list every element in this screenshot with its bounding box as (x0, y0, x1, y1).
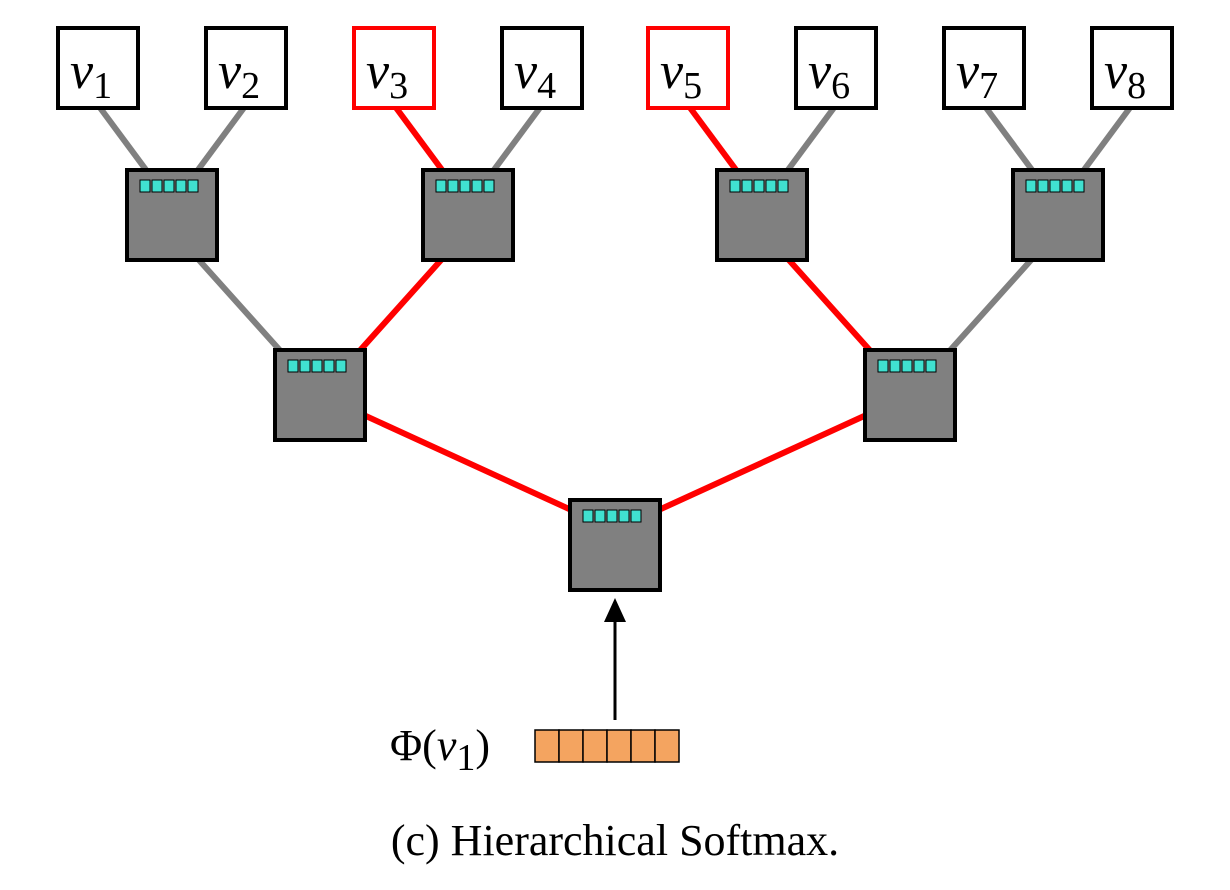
leaf-var: v (808, 43, 832, 100)
leaf-v8: v8 (1092, 28, 1172, 108)
leaf-var: v (660, 43, 684, 100)
leaf-sub: 1 (93, 65, 112, 107)
leaf-v2: v2 (206, 28, 286, 108)
leaf-v7: v7 (944, 28, 1024, 108)
leaf-var: v (366, 43, 390, 100)
inner-node-l1-d (1013, 170, 1103, 260)
leaf-v4: v4 (502, 28, 582, 108)
leaf-var: v (956, 43, 980, 100)
input-vector (535, 730, 679, 762)
phi-prefix: Φ( (390, 721, 437, 770)
input-vector-label: Φ(v1) (390, 721, 490, 779)
leaf-sub: 6 (831, 65, 850, 107)
leaf-sub: 7 (979, 65, 998, 107)
leaf-var: v (218, 43, 242, 100)
phi-suffix: ) (475, 721, 490, 770)
leaf-v3: v3 (354, 28, 434, 108)
svg-text:Φ(v1): Φ(v1) (390, 721, 490, 779)
phi-sub: 1 (456, 737, 475, 779)
phi-var: v (437, 721, 457, 770)
hierarchical-softmax-diagram: v1 v2 v3 v4 v5 v6 v7 v8 (0, 0, 1230, 890)
leaf-var: v (70, 43, 94, 100)
inner-node-l2-left (275, 350, 365, 440)
leaf-sub: 5 (683, 65, 702, 107)
inner-node-l1-c (717, 170, 807, 260)
inner-node-root (570, 500, 660, 590)
leaf-v5: v5 (648, 28, 728, 108)
leaf-sub: 3 (389, 65, 408, 107)
input-arrowhead (604, 598, 626, 622)
leaf-sub: 8 (1127, 65, 1146, 107)
leaf-sub: 2 (241, 65, 260, 107)
leaf-v6: v6 (796, 28, 876, 108)
figure-caption: (c) Hierarchical Softmax. (391, 816, 839, 865)
inner-node-l1-a (127, 170, 217, 260)
inner-node-l2-right (865, 350, 955, 440)
leaf-sub: 4 (537, 65, 556, 107)
inner-node-l1-b (423, 170, 513, 260)
leaf-v1: v1 (58, 28, 138, 108)
leaf-var: v (1104, 43, 1128, 100)
leaf-var: v (514, 43, 538, 100)
